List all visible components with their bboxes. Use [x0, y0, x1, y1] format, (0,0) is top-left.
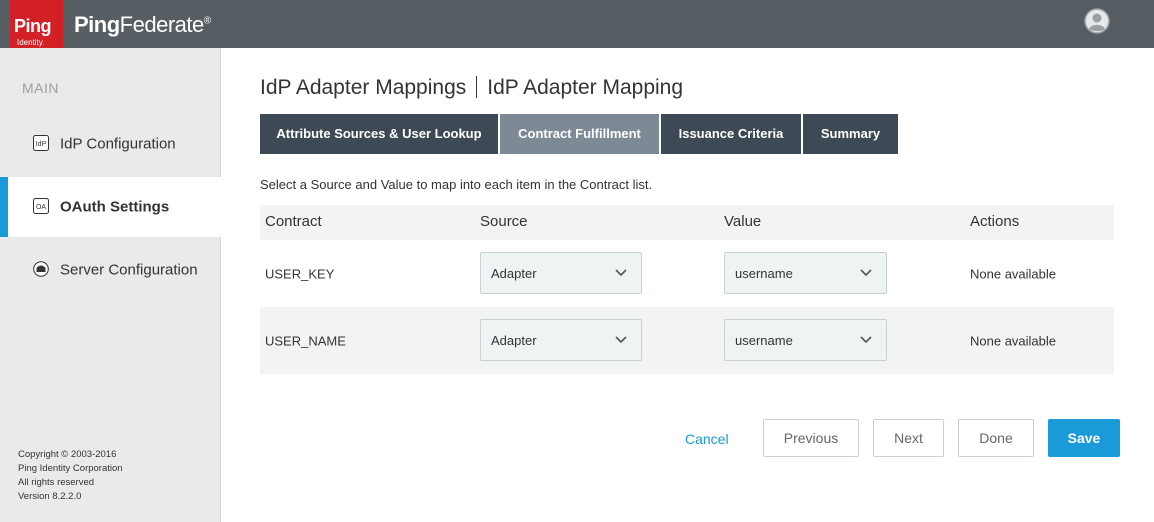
tab-attribute-sources[interactable]: Attribute Sources & User Lookup [260, 114, 498, 154]
ping-identity-logo[interactable]: Ping Identity. [10, 0, 63, 51]
svg-text:OA: OA [36, 204, 46, 211]
chevron-down-icon [615, 269, 627, 277]
top-bar: Ping Identity. PingFederate® [0, 0, 1154, 51]
chevron-down-icon [860, 269, 872, 277]
product-name: PingFederate® [74, 12, 211, 38]
table-header: Contract Source Value Actions [260, 205, 1114, 240]
breadcrumb-parent[interactable]: IdP Adapter Mappings [260, 76, 466, 99]
next-button[interactable]: Next [873, 419, 944, 457]
page-title: IdP Adapter Mappings IdP Adapter Mapping [260, 76, 683, 100]
table-row: USER_KEY Adapter username None available [260, 240, 1114, 307]
actions-text: None available [970, 266, 1057, 281]
sidebar-item-idp-configuration[interactable]: IdP IdP Configuration [0, 114, 221, 174]
oa-icon: OA [33, 198, 49, 214]
breadcrumb-separator [476, 76, 478, 98]
version-text: Version 8.2.2.0 [18, 491, 82, 502]
registered-mark: ® [203, 15, 211, 27]
source-select-value: Adapter [491, 333, 537, 348]
header-value: Value [724, 213, 762, 230]
sidebar-item-label: IdP Configuration [60, 135, 176, 153]
actions-text: None available [970, 333, 1057, 348]
instruction-text: Select a Source and Value to map into ea… [260, 177, 653, 192]
sidebar-item-label: Server Configuration [60, 261, 198, 279]
cancel-button[interactable]: Cancel [685, 431, 729, 447]
svg-text:IdP: IdP [36, 141, 47, 148]
idp-icon: IdP [33, 135, 49, 151]
contract-name: USER_NAME [265, 333, 346, 348]
copyright-text: Copyright © 2003-2016 [18, 449, 117, 460]
tab-summary[interactable]: Summary [803, 114, 898, 154]
breadcrumb-current: IdP Adapter Mapping [487, 76, 684, 99]
header-actions: Actions [970, 213, 1020, 230]
contract-name: USER_KEY [265, 266, 335, 281]
tab-issuance-criteria[interactable]: Issuance Criteria [661, 114, 801, 154]
value-select-value: username [735, 266, 793, 281]
value-select-value: username [735, 333, 793, 348]
sidebar: MAIN IdP IdP Configuration OA OAuth Sett… [0, 48, 221, 522]
save-button[interactable]: Save [1048, 419, 1120, 457]
user-avatar-icon[interactable] [1084, 8, 1110, 34]
header-contract: Contract [265, 213, 322, 230]
source-select-value: Adapter [491, 266, 537, 281]
logo-identity-text: Identity. [17, 38, 45, 47]
company-text: Ping Identity Corporation [18, 463, 123, 474]
tab-contract-fulfillment[interactable]: Contract Fulfillment [500, 114, 659, 154]
source-select[interactable]: Adapter [480, 319, 642, 361]
source-select[interactable]: Adapter [480, 252, 642, 294]
brand-federate: Federate [119, 12, 205, 37]
chevron-down-icon [615, 336, 627, 344]
value-select[interactable]: username [724, 319, 887, 361]
server-icon [33, 261, 49, 277]
sidebar-section-label: MAIN [22, 80, 59, 96]
value-select[interactable]: username [724, 252, 887, 294]
sidebar-item-server-configuration[interactable]: Server Configuration [0, 240, 221, 300]
done-button[interactable]: Done [958, 419, 1034, 457]
active-indicator [0, 177, 8, 237]
table-row: USER_NAME Adapter username None availabl… [260, 307, 1114, 374]
sidebar-item-oauth-settings[interactable]: OA OAuth Settings [0, 177, 221, 237]
rights-text: All rights reserved [18, 477, 95, 488]
brand-ping: Ping [74, 12, 120, 37]
sidebar-item-label: OAuth Settings [60, 198, 170, 216]
chevron-down-icon [860, 336, 872, 344]
previous-button[interactable]: Previous [763, 419, 859, 457]
logo-ping-text: Ping [14, 16, 52, 36]
header-source: Source [480, 213, 528, 230]
